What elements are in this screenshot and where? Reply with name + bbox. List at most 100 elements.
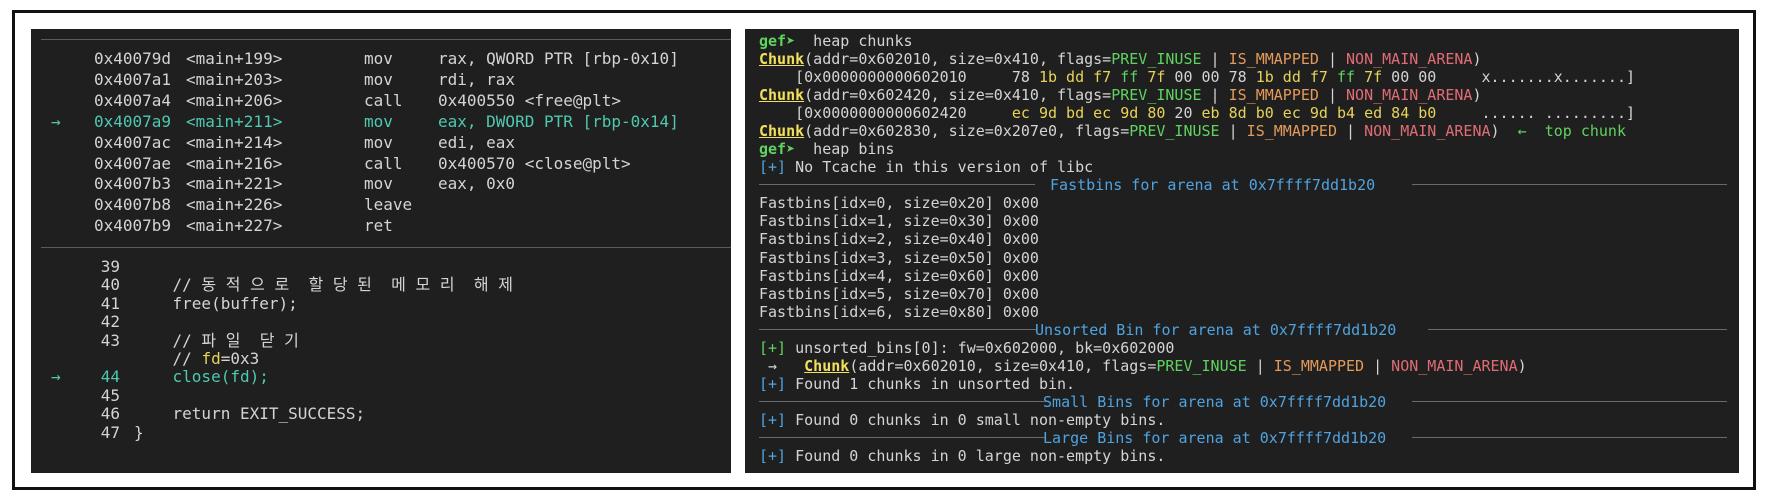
tcache-message: No Tcache in this version of libc: [786, 158, 1094, 176]
fastbin-entry: Fastbins[idx=0, size=0x20] 0x00: [759, 194, 1039, 212]
flag-separator: |: [1246, 357, 1274, 375]
found-small-message: Found 0 chunks in 0 small non-empty bins…: [786, 411, 1166, 429]
asm-mnemonic: mov: [364, 69, 393, 89]
section-rule: [1412, 437, 1727, 438]
chunk-line: Chunk(addr=0x602420, size=0x410, flags=P…: [759, 85, 1482, 104]
asm-symbol: <main+227>: [186, 216, 283, 236]
hex-bytes: 7f: [1364, 68, 1383, 86]
asm-symbol: <main+216>: [186, 153, 283, 173]
hex-address: [0x0000000000602010: [759, 68, 967, 86]
hex-bytes: 1b dd f7: [1255, 68, 1328, 86]
chunk-desc: (addr=0x602830, size=0x207e0, flags=: [804, 122, 1130, 140]
asm-operands: eax, DWORD PTR [rbp-0x14]: [438, 111, 679, 131]
flag-is-mmapped: IS_MMAPPED: [1273, 357, 1365, 375]
source-code: }: [134, 423, 144, 444]
fastbin-entry: Fastbins[idx=4, size=0x60] 0x00: [759, 266, 1039, 285]
flag-separator: |: [1336, 122, 1365, 140]
gef-terminal-panel: gef➤ heap chunks Chunk(addr=0x602010, si…: [745, 29, 1739, 473]
fastbins-header: Fastbins for arena at 0x7ffff7dd1b20: [1041, 176, 1385, 194]
hex-bytes: ec 9d bd ec 9d 80: [1011, 104, 1166, 122]
unsorted-bin-entry: unsorted_bins[0]: fw=0x602000, bk=0x6020…: [786, 339, 1175, 357]
asm-operands: eax, 0x0: [438, 174, 516, 194]
fastbin-entry: Fastbins[idx=3, size=0x50] 0x00: [759, 248, 1039, 267]
command-heap-bins: heap bins: [795, 140, 895, 158]
asm-line: → 0x4007a9 <main+211> mov eax, DWORD PTR [rb…: [31, 112, 731, 133]
prompt-line: gef➤ heap bins: [759, 139, 895, 158]
chunk-desc: (addr=0x602010, size=0x410, flags=: [849, 357, 1157, 375]
info-line: [+] Found 0 chunks in 0 small non-empty …: [759, 410, 1166, 429]
asm-symbol: <main+199>: [186, 49, 283, 68]
unsorted-chunk-line: → Chunk(addr=0x602010, size=0x410, flags…: [759, 356, 1527, 375]
info-marker: [+]: [759, 447, 787, 465]
hex-bytes: 7f: [1147, 68, 1166, 86]
flag-non-main-arena: NON_MAIN_ARENA: [1364, 122, 1491, 140]
asm-operands: 0x400570 <close@plt>: [438, 153, 631, 173]
section-rule: [759, 401, 1046, 402]
hex-bytes: eb 8d b0 ec 9d b4 ed 84 b0: [1201, 104, 1437, 122]
top-chunk-note: ← top chunk: [1499, 122, 1626, 140]
gdb-context-panel: 0x40079d <main+199> mov rax, QWORD PTR [rbp…: [31, 29, 731, 473]
asm-line: 0x4007a1 <main+203> mov rdi, rax: [31, 70, 731, 91]
close-paren: ): [1472, 86, 1482, 104]
section-rule: [1412, 401, 1727, 402]
section-rule: [759, 437, 1046, 438]
asm-mnemonic: ret: [364, 216, 393, 236]
top-divider: [41, 39, 731, 40]
asm-symbol: <main+206>: [186, 90, 283, 110]
asm-symbol: <main+221>: [186, 174, 283, 194]
asm-line: 0x4007b3 <main+221> mov eax, 0x0: [31, 174, 731, 195]
terminal-cursor[interactable]: [807, 461, 816, 473]
asm-mnemonic: call: [364, 153, 403, 173]
flag-separator: |: [1219, 122, 1247, 140]
flag-separator: |: [1201, 50, 1229, 68]
info-line: [+] Found 0 chunks in 0 large non-empty …: [759, 446, 1165, 465]
flag-is-mmapped: IS_MMAPPED: [1246, 122, 1337, 140]
mid-divider: [41, 247, 731, 248]
prompt-line: gef➤ heap chunks: [759, 31, 913, 50]
asm-address: 0x4007ac: [94, 132, 172, 152]
asm-symbol: <main+214>: [186, 132, 283, 152]
fastbin-entry: Fastbins[idx=6, size=0x80] 0x00: [759, 303, 1039, 322]
info-line: [+] Found 1 chunks in unsorted bin.: [759, 374, 1076, 393]
hex-bytes: 20: [1165, 104, 1202, 122]
fastbin-entry: Fastbins[idx=1, size=0x30] 0x00: [759, 212, 1039, 231]
info-marker: [+]: [759, 411, 787, 429]
hex-bytes: ff: [1111, 68, 1148, 86]
section-rule: [1428, 329, 1727, 330]
code-text: // 동 적 으 로 할 당 된 메 모 리 해 제: [134, 275, 513, 295]
asm-line: 0x4007ac <main+214> mov edi, eax: [31, 133, 731, 154]
asm-operands: 0x400550 <free@plt>: [438, 90, 622, 110]
asm-mnemonic: mov: [364, 49, 393, 68]
asm-line: 0x4007ae <main+216> call 0x400570 <close@pl…: [31, 154, 731, 175]
asm-address: 0x4007a1: [94, 69, 172, 89]
section-rule: [759, 184, 1035, 185]
chunk-desc: (addr=0x602010, size=0x410, flags=: [804, 50, 1112, 68]
hexdump-line: [0x0000000000602420 ec 9d bd ec 9d 80 20…: [759, 103, 1636, 122]
chunk-line: Chunk(addr=0x602010, size=0x410, flags=P…: [759, 49, 1481, 68]
hex-address: [0x0000000000602420: [759, 104, 967, 122]
asm-address: 0x4007a4: [94, 90, 172, 110]
fastbin-entry: Fastbins[idx=2, size=0x40] 0x00: [759, 230, 1039, 249]
chunk-keyword: Chunk: [759, 50, 805, 68]
found-unsorted-message: Found 1 chunks in unsorted bin.: [786, 375, 1076, 393]
asm-address: 0x40079d: [94, 49, 172, 68]
asm-line: 0x40079d <main+199> mov rax, QWORD PTR [rbp…: [31, 49, 731, 70]
hex-ascii: ...... .........]: [1436, 104, 1636, 122]
asm-mnemonic: call: [364, 90, 403, 110]
flag-prev-inuse: PREV_INUSE: [1129, 122, 1220, 140]
asm-mnemonic: mov: [364, 132, 393, 152]
asm-mnemonic: leave: [364, 195, 413, 215]
asm-symbol: <main+226>: [186, 195, 283, 215]
close-paren: ): [1490, 122, 1500, 140]
code-text: //: [134, 349, 202, 368]
chunk-keyword: Chunk: [759, 122, 805, 140]
asm-address: 0x4007b3: [94, 174, 172, 194]
flag-is-mmapped: IS_MMAPPED: [1228, 50, 1319, 68]
code-text: free(buffer);: [134, 293, 298, 313]
hex-bytes: [967, 104, 1012, 122]
asm-line: 0x4007b8 <main+226> leave: [31, 195, 731, 216]
flag-prev-inuse: PREV_INUSE: [1111, 86, 1202, 104]
code-text: return EXIT_SUCCESS;: [134, 404, 366, 424]
chunk-line-top: Chunk(addr=0x602830, size=0x207e0, flags…: [759, 121, 1626, 140]
current-line-arrow-icon: →: [51, 111, 61, 131]
